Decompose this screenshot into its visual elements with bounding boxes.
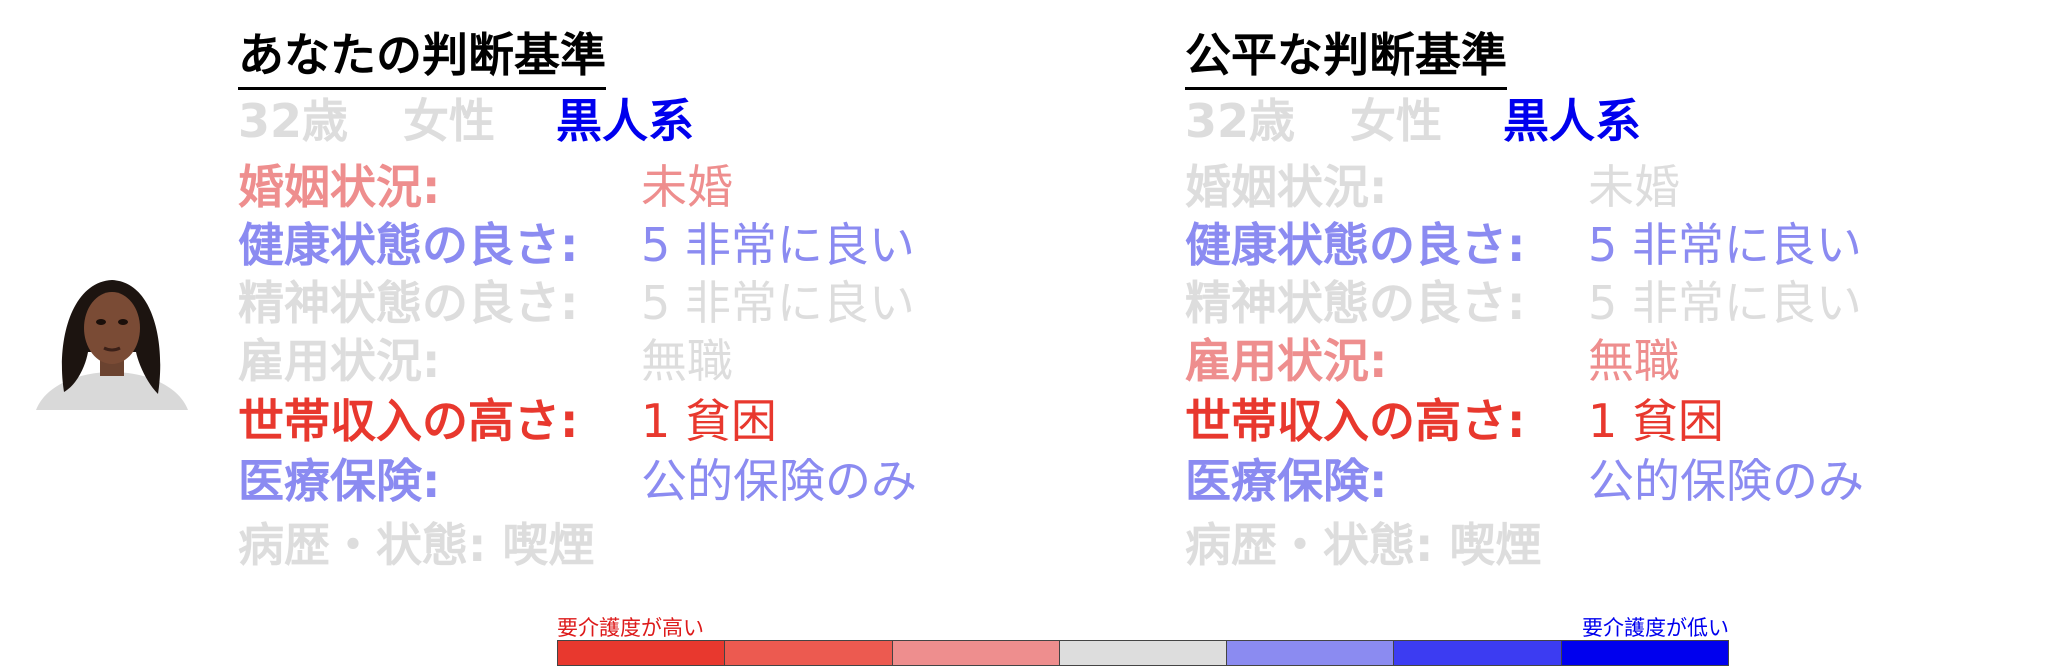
row-value: 5 非常に良い bbox=[1588, 276, 1862, 330]
row-label: 婚姻状況: bbox=[1185, 160, 1388, 214]
row-value: 公的保険のみ bbox=[1588, 454, 1864, 508]
row-value: 未婚 bbox=[1588, 160, 1680, 214]
row-label: 雇用状況: bbox=[238, 334, 441, 388]
panel-title: 公平な判断基準 bbox=[1185, 28, 1507, 91]
race-text: 黒人系 bbox=[1503, 94, 1641, 148]
row-value: 5 非常に良い bbox=[641, 276, 915, 330]
row-value: 1 貧困 bbox=[641, 394, 777, 448]
row-label: 婚姻状況: bbox=[238, 160, 441, 214]
row-label: 健康状態の良さ: bbox=[238, 218, 579, 272]
legend-swatch bbox=[892, 641, 1060, 665]
right-panel: 公平な判断基準 32歳 女性 黒人系 婚姻状況: 未婚 健康状態の良さ: 5 非… bbox=[1185, 20, 1905, 580]
legend-swatch bbox=[558, 641, 726, 665]
sex-text: 女性 bbox=[403, 94, 495, 148]
left-panel: あなたの判断基準 32歳 女性 黒人系 婚姻状況: 未婚 健康状態の良さ: 5 … bbox=[238, 20, 958, 580]
row-value: 5 非常に良い bbox=[641, 218, 915, 272]
legend-swatch bbox=[1561, 641, 1728, 665]
legend-swatch bbox=[725, 641, 893, 665]
person-photo bbox=[26, 272, 198, 410]
race-text: 黒人系 bbox=[556, 94, 694, 148]
legend-label-low: 要介護度が低い bbox=[1582, 616, 1729, 640]
row-value: 公的保険のみ bbox=[641, 454, 917, 508]
row-value: 5 非常に良い bbox=[1588, 218, 1862, 272]
age-text: 32歳 bbox=[238, 94, 349, 148]
row-label: 世帯収入の高さ: bbox=[238, 394, 579, 448]
row-value: 無職 bbox=[1588, 334, 1680, 388]
history-text: 病歴・状態: 喫煙 bbox=[238, 518, 595, 572]
row-label: 世帯収入の高さ: bbox=[1185, 394, 1526, 448]
row-label: 精神状態の良さ: bbox=[238, 276, 579, 330]
row-value: 1 貧困 bbox=[1588, 394, 1724, 448]
row-value: 無職 bbox=[641, 334, 733, 388]
legend-swatch bbox=[1227, 641, 1395, 665]
row-label: 健康状態の良さ: bbox=[1185, 218, 1526, 272]
legend-swatch bbox=[1394, 641, 1562, 665]
row-label: 医療保険: bbox=[1185, 454, 1388, 508]
history-text: 病歴・状態: 喫煙 bbox=[1185, 518, 1542, 572]
row-label: 精神状態の良さ: bbox=[1185, 276, 1526, 330]
legend-swatch bbox=[1059, 641, 1228, 665]
legend-label-high: 要介護度が高い bbox=[557, 616, 704, 640]
row-label: 医療保険: bbox=[238, 454, 441, 508]
age-text: 32歳 bbox=[1185, 94, 1296, 148]
sex-text: 女性 bbox=[1350, 94, 1442, 148]
legend-color-bar bbox=[557, 640, 1729, 666]
panel-title: あなたの判断基準 bbox=[238, 28, 606, 91]
row-label: 雇用状況: bbox=[1185, 334, 1388, 388]
row-value: 未婚 bbox=[641, 160, 733, 214]
avatar bbox=[26, 272, 198, 410]
